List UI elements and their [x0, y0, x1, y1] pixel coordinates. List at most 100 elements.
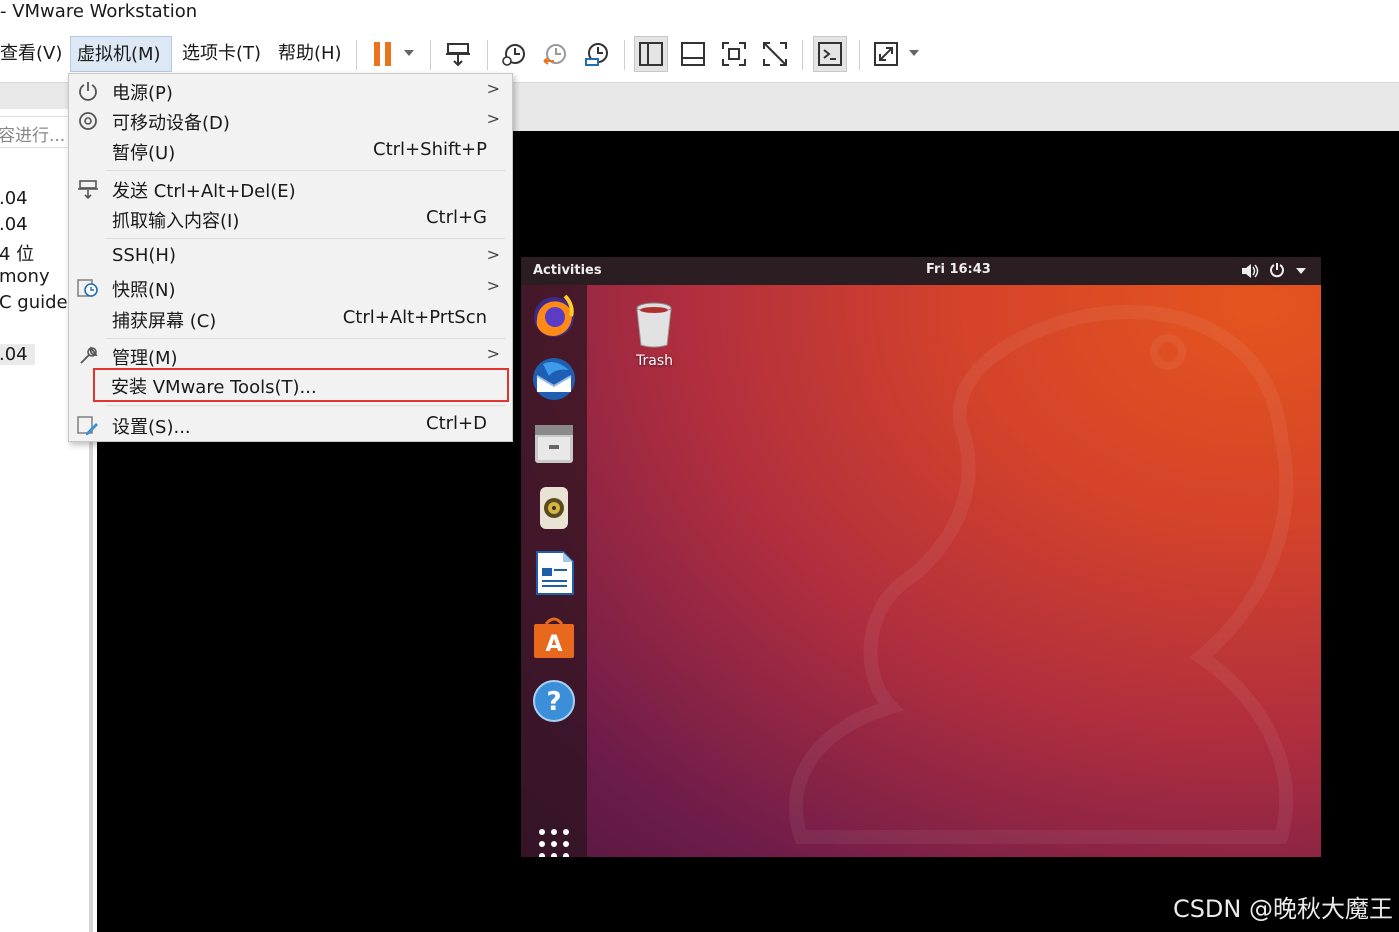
library-item[interactable]: .04	[0, 188, 28, 209]
take-snapshot-button[interactable]	[497, 36, 531, 72]
toolbar-separator	[802, 40, 803, 70]
pause-dropdown-icon[interactable]	[404, 50, 414, 56]
menu-item-capture-screen[interactable]: 捕获屏幕 (C) Ctrl+Alt+PrtScn	[69, 304, 512, 334]
settings-icon	[77, 416, 98, 435]
submenu-arrow-icon: >	[486, 245, 500, 264]
show-library-icon	[639, 42, 663, 66]
submenu-arrow-icon: >	[486, 344, 500, 363]
menu-item-label: 安装 VMware Tools(T)...	[111, 377, 317, 398]
show-library-button[interactable]	[634, 36, 668, 72]
clock[interactable]: Fri 16:43	[926, 262, 991, 277]
files-icon[interactable]	[529, 419, 579, 469]
menu-help[interactable]: 帮助(H)	[272, 36, 348, 72]
snapshot-manager-icon	[585, 43, 608, 66]
menu-item-label: 管理(M)	[112, 348, 178, 369]
menu-item-label: 抓取输入内容(I)	[112, 211, 240, 232]
rhythmbox-icon[interactable]	[529, 483, 579, 533]
menu-item-grab-input[interactable]: 抓取输入内容(I) Ctrl+G	[69, 204, 512, 234]
library-item: 4 位	[0, 244, 35, 265]
menu-separator	[105, 338, 505, 339]
submenu-arrow-icon: >	[486, 276, 500, 295]
console-view-button[interactable]	[813, 36, 847, 72]
toolbar-separator	[430, 40, 431, 70]
menu-item-label: 捕获屏幕 (C)	[112, 311, 217, 332]
menu-item-install-vmware-tools[interactable]: 安装 VMware Tools(T)...	[93, 368, 509, 402]
ubuntu-dock: A ?	[521, 285, 587, 857]
svg-text:?: ?	[546, 687, 561, 717]
unity-button[interactable]	[758, 36, 792, 72]
menu-item-label: 发送 Ctrl+Alt+Del(E)	[112, 181, 296, 202]
window-title: - VMware Workstation	[0, 1, 198, 22]
software-center-icon[interactable]: A	[529, 612, 579, 662]
pause-icon	[374, 42, 391, 66]
toolbar-separator	[487, 40, 488, 70]
thumbnail-bar-icon	[681, 42, 705, 66]
library-item[interactable]: mony	[0, 266, 50, 287]
snapshot-icon	[77, 279, 98, 297]
toolbar-separator	[356, 40, 357, 70]
menu-item-label: 快照(N)	[112, 280, 176, 301]
menu-item-ssh[interactable]: SSH(H) >	[69, 242, 512, 272]
menu-item-shortcut: Ctrl+Shift+P	[373, 139, 487, 160]
library-search-placeholder: 容进行...	[0, 126, 66, 146]
firefox-icon[interactable]	[529, 290, 579, 340]
stretch-guest-button[interactable]	[869, 36, 903, 72]
gnome-top-bar: Activities Fri 16:43	[521, 257, 1321, 285]
thumbnail-bar-button[interactable]	[676, 36, 710, 72]
removable-device-icon	[79, 112, 97, 130]
power-icon[interactable]	[1269, 262, 1285, 278]
menu-item-label: 电源(P)	[112, 83, 173, 104]
menu-item-label: 暂停(U)	[112, 143, 176, 164]
guest-desktop[interactable]: Activities Fri 16:43 A ? Trash	[521, 257, 1321, 857]
menu-item-manage[interactable]: 管理(M) >	[69, 341, 512, 371]
pause-button[interactable]	[366, 36, 400, 72]
menu-item-send-ctrl-alt-del[interactable]: 发送 Ctrl+Alt+Del(E)	[69, 174, 512, 204]
menu-view[interactable]: 查看(V)	[0, 36, 68, 72]
menu-item-shortcut: Ctrl+Alt+PrtScn	[342, 307, 487, 328]
revert-snapshot-icon	[543, 44, 566, 65]
volume-icon[interactable]	[1241, 263, 1259, 279]
revert-snapshot-button[interactable]	[538, 36, 572, 72]
menu-tabs[interactable]: 选项卡(T)	[176, 36, 267, 72]
library-item-selected[interactable]: .04	[0, 344, 35, 365]
menu-item-settings[interactable]: 设置(S)... Ctrl+D	[69, 410, 512, 440]
menu-item-shortcut: Ctrl+G	[425, 207, 487, 228]
menu-item-removable-devices[interactable]: 可移动设备(D) >	[69, 106, 512, 136]
toolbar-separator	[624, 40, 625, 70]
libreoffice-writer-icon[interactable]	[529, 548, 579, 598]
stretch-guest-icon	[874, 42, 898, 66]
desktop-trash[interactable]: Trash	[631, 301, 677, 371]
console-view-icon	[818, 42, 842, 66]
menu-item-label: 可移动设备(D)	[112, 113, 230, 134]
menu-item-power[interactable]: 电源(P) >	[69, 76, 512, 106]
help-icon[interactable]: ?	[529, 676, 579, 726]
unity-icon	[763, 42, 787, 66]
vm-menu-dropdown: 电源(P) > 可移动设备(D) > 暂停(U) Ctrl+Shift+P 发送…	[68, 73, 513, 442]
menu-item-pause[interactable]: 暂停(U) Ctrl+Shift+P	[69, 136, 512, 166]
full-screen-button[interactable]	[717, 36, 751, 72]
menu-item-shortcut: Ctrl+D	[426, 413, 487, 434]
send-ctrl-alt-del-button[interactable]	[441, 36, 475, 72]
watermark: CSDN @晚秋大魔王	[1172, 895, 1393, 923]
library-item[interactable]: .04	[0, 214, 28, 235]
menu-separator	[105, 238, 505, 239]
menu-item-snapshot[interactable]: 快照(N) >	[69, 273, 512, 303]
thunderbird-icon[interactable]	[529, 354, 579, 404]
stretch-dropdown-icon[interactable]	[909, 50, 919, 56]
submenu-arrow-icon: >	[486, 109, 500, 128]
submenu-arrow-icon: >	[486, 79, 500, 98]
ubuntu-wallpaper-outline	[788, 305, 1294, 844]
trash-label: Trash	[636, 353, 673, 369]
library-item[interactable]: C guide	[0, 292, 68, 313]
activities-button[interactable]: Activities	[533, 263, 602, 278]
svg-text:A: A	[545, 632, 562, 657]
snapshot-manager-button[interactable]	[580, 36, 614, 72]
system-menu-arrow-icon[interactable]	[1296, 268, 1306, 274]
show-apps-icon[interactable]	[537, 827, 571, 857]
menu-vm[interactable]: 虚拟机(M)	[70, 36, 172, 72]
window-titlebar: - VMware Workstation	[0, 0, 1399, 28]
send-keys-icon	[78, 180, 98, 200]
send-ctrl-alt-del-icon	[446, 43, 470, 67]
menu-item-label: 设置(S)...	[112, 417, 191, 438]
menu-separator	[105, 170, 505, 171]
